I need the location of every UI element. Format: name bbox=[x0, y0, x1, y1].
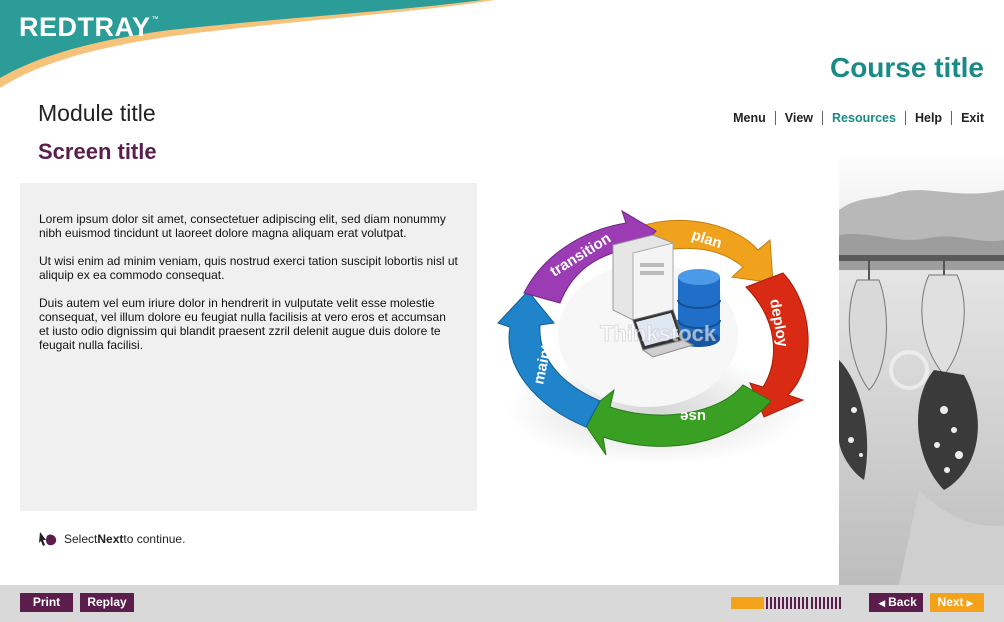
instruction-prefix: Select bbox=[64, 532, 98, 546]
paragraph: Ut wisi enim ad minim veniam, quis nostr… bbox=[39, 254, 458, 282]
nav-help[interactable]: Help bbox=[906, 111, 951, 125]
server-icon bbox=[612, 234, 674, 321]
content-panel: Lorem ipsum dolor sit amet, consectetuer… bbox=[20, 183, 477, 511]
thinkstock-watermark: Thinkstock bbox=[600, 321, 717, 346]
lifecycle-diagram: plan deploy use maintain transition Thin… bbox=[497, 209, 809, 465]
next-button[interactable]: Next ▶ bbox=[930, 593, 984, 612]
triangle-right-icon: ▶ bbox=[966, 598, 974, 608]
instruction-suffix: to continue. bbox=[123, 532, 186, 546]
butterfly-photo bbox=[839, 150, 1004, 585]
trademark: ™ bbox=[151, 16, 160, 23]
triangle-left-icon: ◀ bbox=[878, 598, 886, 608]
course-title: Course title bbox=[829, 52, 984, 83]
instruction-next: Next bbox=[97, 532, 124, 546]
paragraph: Lorem ipsum dolor sit amet, consectetuer… bbox=[39, 212, 446, 240]
next-label: Next bbox=[937, 595, 964, 609]
cursor-hand-icon bbox=[39, 532, 57, 546]
body-text: Lorem ipsum dolor sit amet, consectetuer… bbox=[39, 212, 459, 366]
progress-fill bbox=[731, 597, 764, 609]
footer-bar: Print Replay ◀ Back Next ▶ bbox=[0, 585, 1004, 622]
screen-title: Screen title bbox=[38, 139, 157, 164]
redtray-logo[interactable]: REDTRAY™ bbox=[19, 12, 159, 43]
instruction: Select Next to continue. bbox=[38, 530, 185, 548]
top-nav: Menu View Resources Help Exit bbox=[724, 111, 984, 125]
paragraph: Duis autem vel eum iriure dolor in hendr… bbox=[39, 296, 446, 352]
nav-exit[interactable]: Exit bbox=[952, 111, 984, 125]
nav-resources[interactable]: Resources bbox=[823, 111, 905, 125]
logo-text: REDTRAY bbox=[19, 12, 151, 42]
nav-view[interactable]: View bbox=[776, 111, 822, 125]
back-label: Back bbox=[888, 595, 917, 609]
use-label: use bbox=[680, 408, 706, 425]
print-button[interactable]: Print bbox=[20, 593, 73, 612]
nav-menu[interactable]: Menu bbox=[724, 111, 775, 125]
module-title: Module title bbox=[38, 100, 156, 126]
progress-bar bbox=[731, 597, 841, 609]
back-button[interactable]: ◀ Back bbox=[869, 593, 923, 612]
progress-remaining bbox=[764, 597, 841, 609]
replay-button[interactable]: Replay bbox=[80, 593, 134, 612]
